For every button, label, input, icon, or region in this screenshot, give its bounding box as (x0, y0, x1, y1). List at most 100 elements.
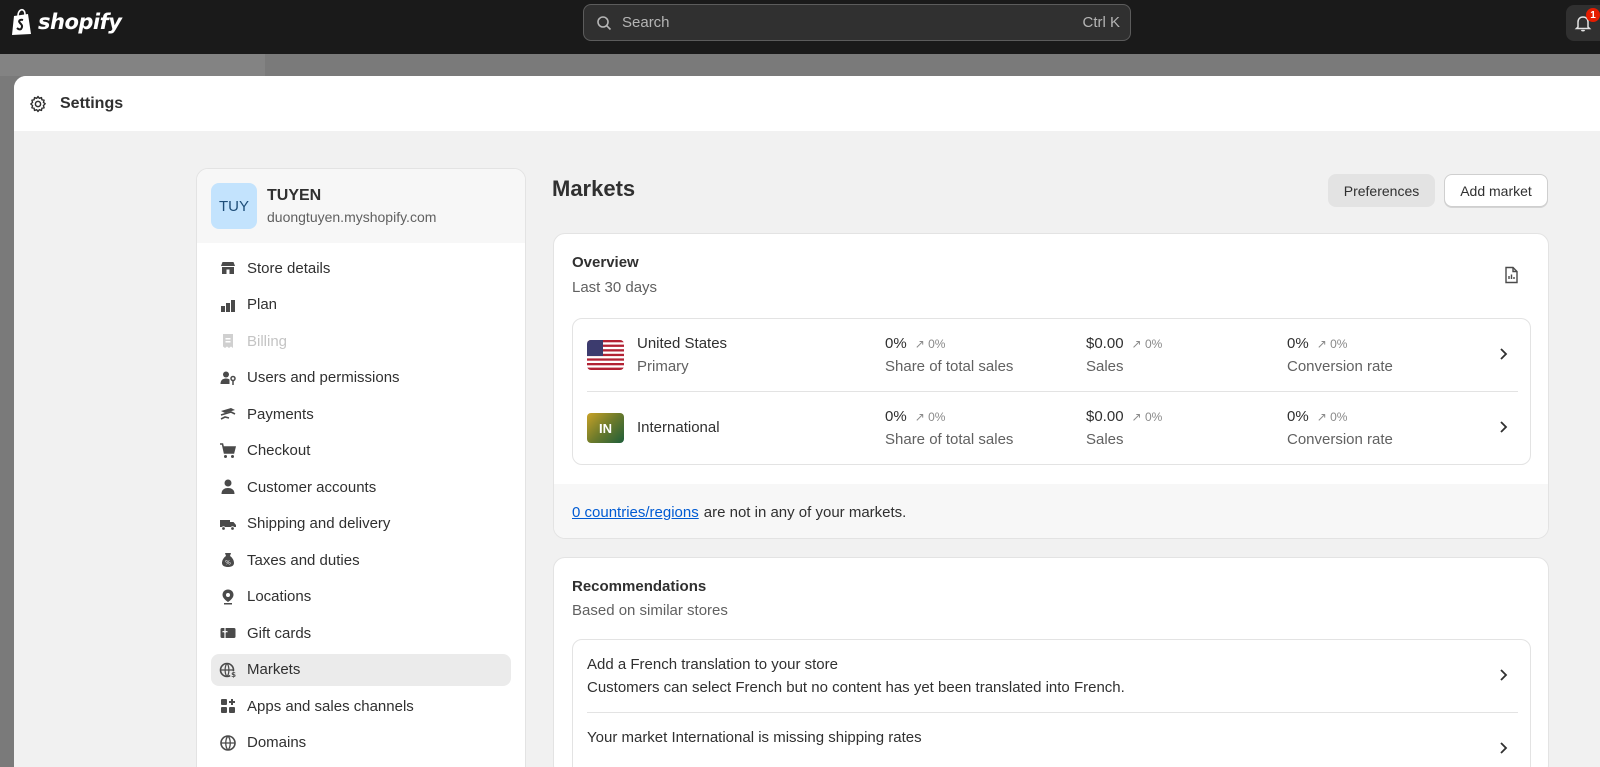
preferences-button[interactable]: Preferences (1328, 174, 1435, 207)
trend-indicator: ↗ 0% (914, 337, 946, 351)
sidebar-item-label: Markets (247, 661, 301, 678)
stat-value: $0.00 (1086, 335, 1124, 352)
cart-icon (220, 442, 237, 458)
sidebar-item-locations[interactable]: Locations (211, 581, 511, 613)
sidebar-item-label: Locations (247, 588, 312, 605)
unassigned-regions-note: 0 countries/regions are not in any of yo… (554, 484, 1548, 538)
sidebar-item-apps-and-sales-channels[interactable]: Apps and sales channels (211, 690, 511, 722)
settings-sidebar: TUY TUYEN duongtuyen.myshopify.com Store… (196, 168, 526, 767)
recommendation-description: Customers can select French but no conte… (587, 679, 1125, 696)
add-market-button[interactable]: Add market (1444, 174, 1548, 207)
trend-indicator: ↗ 0% (1131, 337, 1163, 351)
markets-list: United States Primary 0% ↗ 0% Share of to… (572, 318, 1531, 465)
sidebar-item-plan[interactable]: Plan (211, 289, 511, 321)
person-icon (221, 479, 235, 494)
stat-value: 0% (1287, 408, 1309, 425)
backdrop-strip (0, 54, 1600, 76)
payments-icon (220, 408, 236, 420)
stat-label: Share of total sales (885, 431, 1014, 448)
sidebar-item-checkout[interactable]: Checkout (211, 435, 511, 467)
sidebar-item-label: Plan (247, 296, 278, 313)
svg-text:$: $ (231, 671, 236, 679)
store-domain: duongtuyen.myshopify.com (267, 209, 437, 225)
recommendation-title: Your market International is missing shi… (587, 729, 922, 746)
search-icon (597, 15, 612, 30)
sidebar-item-markets[interactable]: $ Markets (211, 653, 511, 686)
market-name: United States (637, 335, 728, 352)
settings-panel: Settings TUY TUYEN duongtuyen.myshopify.… (14, 76, 1600, 767)
conversion-stat: 0% ↗ 0% Conversion rate (1287, 408, 1393, 448)
share-stat: 0% ↗ 0% Share of total sales (885, 408, 1013, 448)
sales-stat: $0.00 ↗ 0% Sales (1086, 335, 1162, 375)
shopify-bag-icon (12, 8, 31, 35)
us-flag-icon (587, 340, 624, 370)
store-card[interactable]: TUY TUYEN duongtuyen.myshopify.com (197, 169, 525, 243)
recommendations-title: Recommendations (572, 578, 707, 595)
chevron-right-icon (1500, 669, 1508, 681)
chevron-right-icon (1500, 742, 1508, 754)
settings-header: Settings (14, 76, 1600, 131)
settings-title: Settings (60, 94, 124, 112)
top-bar: shopify Search Ctrl K 1 (0, 0, 1600, 54)
avatar: TUY (211, 183, 257, 229)
recommendation-row[interactable]: Add a French translation to your store C… (587, 640, 1518, 713)
truck-icon (220, 519, 236, 531)
market-row[interactable]: IN International 0% ↗ 0% Share of total s… (587, 392, 1518, 465)
notifications-button[interactable]: 1 (1566, 5, 1600, 41)
sidebar-item-label: Checkout (247, 442, 311, 459)
recommendations-card: Recommendations Based on similar stores … (553, 557, 1549, 767)
market-row[interactable]: United States Primary 0% ↗ 0% Share of to… (587, 319, 1518, 392)
chevron-right-icon (1500, 348, 1508, 360)
stat-label: Conversion rate (1287, 358, 1393, 375)
stat-trend-value: 0% (1144, 337, 1163, 351)
sidebar-item-gift-cards[interactable]: Gift cards (211, 617, 511, 649)
stat-label: Share of total sales (885, 358, 1014, 375)
sidebar-item-label: Users and permissions (247, 369, 400, 386)
plan-icon (221, 299, 235, 312)
sidebar-item-label: Billing (247, 332, 288, 350)
conversion-stat: 0% ↗ 0% Conversion rate (1287, 335, 1393, 375)
sidebar-item-store-details[interactable]: Store details (211, 252, 511, 284)
stat-trend-value: 0% (1330, 337, 1348, 351)
settings-nav: Store details Plan Billing Users and per… (197, 243, 525, 759)
recommendation-title: Add a French translation to your store (587, 656, 838, 673)
stat-value: 0% (885, 335, 907, 352)
market-name: International (637, 419, 720, 436)
stat-trend-value: 0% (928, 410, 946, 424)
gear-icon (30, 95, 46, 112)
sidebar-item-label: Shipping and delivery (247, 515, 391, 532)
svg-text:%: % (225, 560, 231, 567)
sidebar-item-label: Customer accounts (247, 478, 377, 496)
unassigned-text: are not in any of your markets. (703, 503, 907, 521)
sidebar-item-taxes-and-duties[interactable]: % Taxes and duties (211, 544, 511, 576)
trend-indicator: ↗ 0% (1316, 337, 1348, 351)
sidebar-item-domains[interactable]: Domains (211, 727, 511, 759)
sidebar-item-customer-accounts[interactable]: Customer accounts (211, 471, 511, 503)
receipt-icon (223, 334, 233, 348)
international-badge: IN (587, 413, 624, 443)
sidebar-item-users-and-permissions[interactable]: Users and permissions (211, 362, 511, 394)
location-icon (222, 589, 234, 604)
user-key-icon (220, 371, 236, 385)
sales-stat: $0.00 ↗ 0% Sales (1086, 408, 1162, 448)
stat-trend-value: 0% (928, 337, 946, 351)
chevron-right-icon (1500, 421, 1508, 433)
shopify-logo[interactable]: shopify (10, 8, 122, 36)
sidebar-item-label: Taxes and duties (247, 551, 360, 569)
sidebar-item-payments[interactable]: Payments (211, 398, 511, 430)
report-icon[interactable] (1502, 266, 1520, 284)
search-input[interactable]: Search Ctrl K (583, 4, 1131, 41)
globe-dollar-icon: $ (219, 662, 237, 679)
sidebar-item-label: Domains (247, 734, 307, 751)
trend-indicator: ↗ 0% (914, 410, 946, 424)
store-name: TUYEN (267, 187, 322, 204)
gift-card-icon (220, 628, 236, 638)
sidebar-item-shipping-and-delivery[interactable]: Shipping and delivery (211, 508, 511, 540)
apps-icon (221, 699, 235, 713)
stat-value: $0.00 (1086, 408, 1124, 425)
countries-regions-link[interactable]: 0 countries/regions (572, 504, 699, 521)
notification-badge: 1 (1586, 8, 1600, 22)
stat-trend-value: 0% (1144, 410, 1163, 424)
recommendation-row[interactable]: Your market International is missing shi… (587, 713, 1518, 767)
recommendations-subtitle: Based on similar stores (572, 602, 728, 619)
